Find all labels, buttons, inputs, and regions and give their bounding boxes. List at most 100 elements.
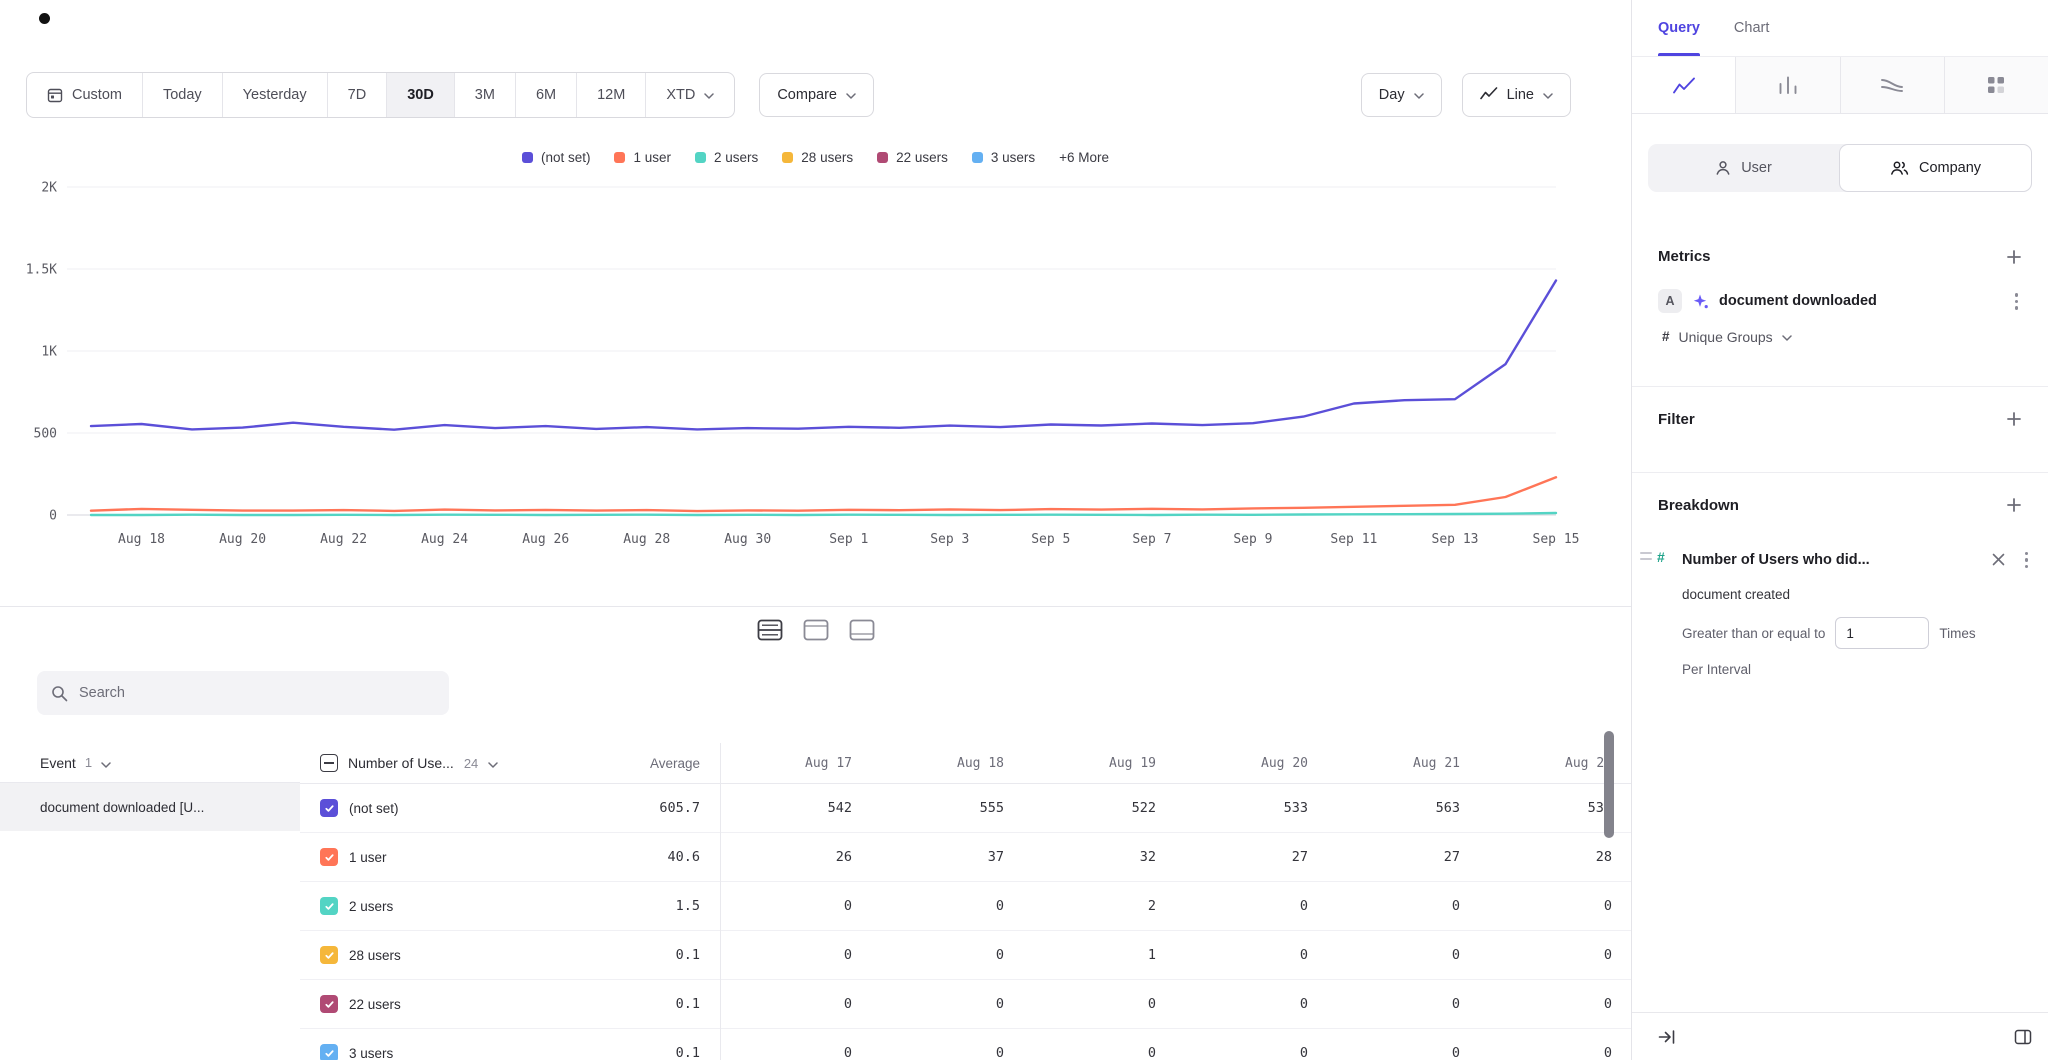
svg-text:Aug 28: Aug 28 bbox=[623, 532, 670, 547]
chevron-down-icon bbox=[1414, 87, 1424, 103]
filter-heading: Filter bbox=[1658, 411, 1695, 428]
event-row-selected[interactable]: document downloaded [U... bbox=[0, 783, 300, 831]
legend-item[interactable]: (not set) bbox=[522, 150, 591, 165]
aggregation-selector[interactable]: # Unique Groups bbox=[1658, 328, 2022, 346]
vertical-scrollbar[interactable] bbox=[1604, 731, 1614, 838]
series-label: (not set) bbox=[349, 801, 399, 816]
date-column-header: Aug 17 bbox=[720, 743, 872, 783]
series-label-cell: (not set) bbox=[300, 784, 550, 832]
table-header-row: Number of Use... 24 Average Aug 17Aug 18… bbox=[300, 743, 1631, 784]
range-button-3m[interactable]: 3M bbox=[454, 73, 515, 117]
date-value: 1 bbox=[1024, 931, 1176, 979]
filter-section-header: Filter bbox=[1658, 411, 2022, 428]
date-value: 0 bbox=[1024, 1029, 1176, 1060]
table-only-view-button[interactable] bbox=[845, 615, 879, 645]
series-checkbox[interactable] bbox=[320, 1044, 338, 1060]
chevron-down-icon bbox=[1782, 328, 1792, 346]
compare-button[interactable]: Compare bbox=[759, 73, 874, 117]
panel-toggle-icon[interactable] bbox=[2014, 1029, 2032, 1045]
legend-swatch bbox=[972, 152, 983, 163]
range-button-xtd[interactable]: XTD bbox=[645, 73, 734, 117]
range-label: Today bbox=[163, 87, 202, 103]
line-chart[interactable]: 05001K1.5K2KAug 18Aug 20Aug 22Aug 24Aug … bbox=[0, 167, 1631, 559]
range-label: 12M bbox=[597, 87, 625, 103]
range-button-12m[interactable]: 12M bbox=[576, 73, 645, 117]
retention-grid-tab[interactable] bbox=[1944, 57, 2048, 113]
metric-item[interactable]: A document downloaded # Unique Groups bbox=[1658, 289, 2022, 346]
legend-item[interactable]: 28 users bbox=[782, 150, 853, 165]
range-button-30d[interactable]: 30D bbox=[386, 73, 454, 117]
chevron-down-icon bbox=[488, 755, 498, 771]
select-all-checkbox[interactable] bbox=[320, 754, 338, 772]
chart-type-button[interactable]: Line bbox=[1462, 73, 1571, 117]
date-value: 0 bbox=[1176, 980, 1328, 1028]
average-value: 0.1 bbox=[550, 1029, 720, 1060]
series-checkbox[interactable] bbox=[320, 799, 338, 817]
legend-item[interactable]: 22 users bbox=[877, 150, 948, 165]
series-label-cell: 28 users bbox=[300, 931, 550, 979]
legend-more-button[interactable]: +6 More bbox=[1059, 150, 1109, 165]
date-value: 0 bbox=[720, 1029, 872, 1060]
times-value-input[interactable] bbox=[1835, 617, 1929, 649]
remove-breakdown-icon[interactable] bbox=[1992, 553, 2005, 566]
legend-label: 1 user bbox=[633, 150, 671, 165]
breakdown-event-name: document created bbox=[1682, 587, 2032, 602]
chart-only-view-button[interactable] bbox=[799, 615, 833, 645]
date-value: 0 bbox=[1480, 1029, 1631, 1060]
add-breakdown-button[interactable] bbox=[2006, 497, 2022, 513]
svg-text:Aug 22: Aug 22 bbox=[320, 532, 367, 547]
drag-handle-icon[interactable] bbox=[1640, 552, 1652, 560]
series-checkbox[interactable] bbox=[320, 995, 338, 1013]
breakdown-options-icon[interactable] bbox=[2021, 548, 2033, 573]
range-button-today[interactable]: Today bbox=[142, 73, 222, 117]
user-icon bbox=[1715, 160, 1731, 176]
legend-item[interactable]: 1 user bbox=[614, 150, 671, 165]
collapse-panel-icon[interactable] bbox=[1658, 1029, 1676, 1045]
legend-item[interactable]: 3 users bbox=[972, 150, 1035, 165]
range-label: 6M bbox=[536, 87, 556, 103]
event-column-header[interactable]: Event 1 bbox=[0, 743, 300, 783]
entity-company-segment[interactable]: Company bbox=[1839, 144, 2032, 192]
chart-legend: (not set) 1 user 2 users 28 users 22 users 3 … bbox=[0, 150, 1631, 165]
range-button-6m[interactable]: 6M bbox=[515, 73, 576, 117]
metric-options-icon[interactable] bbox=[2011, 289, 2023, 314]
search-input[interactable] bbox=[79, 685, 435, 701]
logo-fragment bbox=[39, 13, 50, 24]
date-value: 563 bbox=[1328, 784, 1480, 832]
legend-item[interactable]: 2 users bbox=[695, 150, 758, 165]
split-view-button[interactable] bbox=[753, 615, 787, 645]
tab-chart[interactable]: Chart bbox=[1734, 0, 1769, 56]
legend-swatch bbox=[614, 152, 625, 163]
breakdown-item[interactable]: # Number of Users who did... document cr… bbox=[1632, 548, 2032, 678]
series-checkbox[interactable] bbox=[320, 946, 338, 964]
range-button-yesterday[interactable]: Yesterday bbox=[222, 73, 327, 117]
panel-footer bbox=[1632, 1012, 2048, 1060]
insights-chart-tab[interactable] bbox=[1632, 57, 1735, 113]
date-value: 0 bbox=[1328, 1029, 1480, 1060]
flows-chart-tab[interactable] bbox=[1840, 57, 1944, 113]
entity-user-segment[interactable]: User bbox=[1648, 144, 1839, 192]
date-value: 522 bbox=[1024, 784, 1176, 832]
series-column-header[interactable]: Number of Use... 24 bbox=[300, 743, 550, 783]
breakdown-heading: Breakdown bbox=[1658, 497, 1739, 514]
legend-items: (not set) 1 user 2 users 28 users 22 users 3 … bbox=[522, 150, 1035, 165]
chevron-down-icon bbox=[101, 755, 111, 771]
add-filter-button[interactable] bbox=[2006, 411, 2022, 427]
bar-chart-tab[interactable] bbox=[1735, 57, 1839, 113]
interval-button[interactable]: Day bbox=[1361, 73, 1442, 117]
series-checkbox[interactable] bbox=[320, 848, 338, 866]
chart-type-tabs bbox=[1632, 56, 2048, 114]
table-row: 2 users1.5002000 bbox=[300, 882, 1631, 931]
date-value: 0 bbox=[1480, 931, 1631, 979]
times-unit-label: Times bbox=[1939, 626, 1975, 641]
legend-swatch bbox=[522, 152, 533, 163]
series-checkbox[interactable] bbox=[320, 897, 338, 915]
date-column-header: Aug 19 bbox=[1024, 743, 1176, 783]
svg-text:Sep 3: Sep 3 bbox=[930, 532, 969, 547]
add-metric-button[interactable] bbox=[2006, 249, 2022, 265]
range-button-custom[interactable]: Custom bbox=[27, 73, 142, 117]
range-button-7d[interactable]: 7D bbox=[327, 73, 387, 117]
breakdown-section-header: Breakdown bbox=[1658, 497, 2022, 514]
tab-query[interactable]: Query bbox=[1658, 0, 1700, 56]
event-count: 1 bbox=[85, 755, 92, 770]
